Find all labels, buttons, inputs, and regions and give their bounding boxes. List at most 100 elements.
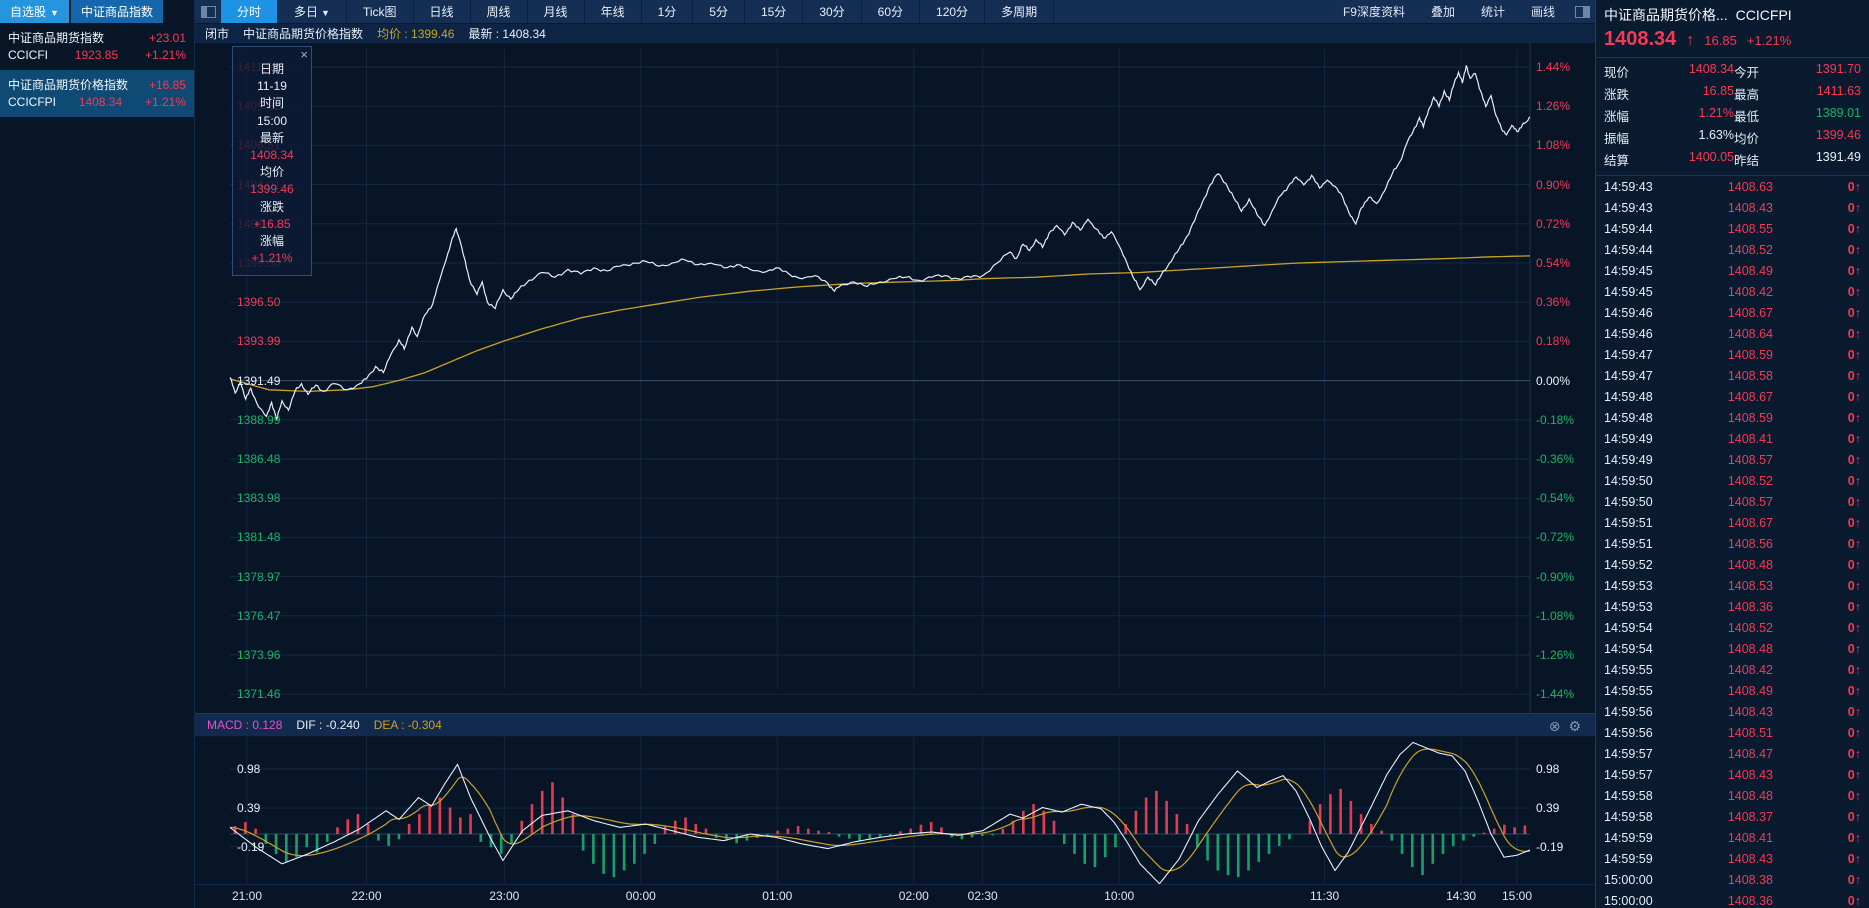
panel-left-icon [200,5,216,18]
tick-row[interactable]: 14:59:53 1408.36 0↑ [1596,596,1869,617]
collapse-sidebar-button[interactable] [195,0,221,23]
period-tab-年线[interactable]: 年线 [585,0,642,23]
period-tab-60分[interactable]: 60分 [862,0,921,23]
period-tab-月线[interactable]: 月线 [528,0,585,23]
tick-row[interactable]: 14:59:49 1408.41 0↑ [1596,428,1869,449]
period-tab-日线[interactable]: 日线 [414,0,471,23]
tick-row[interactable]: 14:59:54 1408.52 0↑ [1596,617,1869,638]
close-indicator-icon[interactable]: ⊗ [1549,718,1561,735]
tick-row[interactable]: 14:59:47 1408.59 0↑ [1596,344,1869,365]
tick-row[interactable]: 14:59:53 1408.53 0↑ [1596,575,1869,596]
period-tab-1分[interactable]: 1分 [642,0,694,23]
quote-label: 昨结 [1734,154,1760,168]
tick-row[interactable]: 14:59:59 1408.41 0↑ [1596,827,1869,848]
time-axis-label: 21:00 [231,889,263,903]
tick-row[interactable]: 14:59:44 1408.55 0↑ [1596,218,1869,239]
tick-row[interactable]: 14:59:44 1408.52 0↑ [1596,239,1869,260]
tick-row[interactable]: 14:59:50 1408.57 0↑ [1596,491,1869,512]
tick-time: 14:59:43 [1604,200,1653,215]
tick-price: 1408.36 [1727,893,1773,908]
period-tab-多周期[interactable]: 多周期 [985,0,1055,23]
period-tab-Tick图[interactable]: Tick图 [347,0,414,23]
tick-row[interactable]: 14:59:56 1408.43 0↑ [1596,701,1869,722]
tick-time: 14:59:54 [1604,620,1653,635]
period-tab-多日[interactable]: 多日 ▼ [278,0,347,23]
tick-row[interactable]: 14:59:48 1408.67 0↑ [1596,386,1869,407]
toolbar-actions: F9深度资料 叠加 统计 画线 [1329,0,1569,23]
instrument-name: 中证商品期货指数 [8,31,105,45]
tick-row[interactable]: 14:59:55 1408.49 0↑ [1596,680,1869,701]
percent-axis-label: 0.72% [1536,216,1571,231]
tick-time: 14:59:51 [1604,515,1653,530]
tick-row[interactable]: 14:59:56 1408.51 0↑ [1596,722,1869,743]
instrument-price: 1923.85 [74,48,119,62]
tick-volume: 0↑ [1847,599,1861,614]
period-tab-周线[interactable]: 周线 [471,0,528,23]
toolbar-action-F9深度资料[interactable]: F9深度资料 [1343,3,1405,20]
instrument-code: CCICFPI [8,95,56,109]
price-axis-label: 1381.48 [237,530,281,545]
watchlist-item-ccicfpi[interactable]: 中证商品期货价格指数 +16.85 CCICFPI 1408.34 +1.21% [0,70,194,117]
instrument-pct: +1.21% [144,48,186,62]
quote-value: 16.85 [1702,84,1734,98]
tick-row[interactable]: 14:59:59 1408.43 0↑ [1596,848,1869,869]
period-tab-分时[interactable]: 分时 [221,0,279,23]
tick-row[interactable]: 14:59:58 1408.48 0↑ [1596,785,1869,806]
tab-csi-commodity-index[interactable]: 中证商品指数 [70,0,163,23]
time-axis-label: 01:00 [762,889,793,903]
tick-row[interactable]: 14:59:43 1408.63 0↑ [1596,176,1869,197]
toggle-right-panel-button[interactable] [1569,0,1595,23]
tick-row[interactable]: 14:59:48 1408.59 0↑ [1596,407,1869,428]
intraday-price-chart[interactable]: × 日期 11-19 时间 15:00 最新 1408.34 均价 1399.46 涨跌 +16.… [195,43,1595,713]
tick-row[interactable]: 14:59:49 1408.57 0↑ [1596,449,1869,470]
tick-row[interactable]: 14:59:50 1408.52 0↑ [1596,470,1869,491]
tick-time: 14:59:59 [1604,851,1653,866]
tick-row[interactable]: 14:59:57 1408.47 0↑ [1596,743,1869,764]
tick-row[interactable]: 15:00:00 1408.38 0↑ [1596,869,1869,890]
macd-chart[interactable]: 0.98 0.98 0.39 0.39 -0.19 -0.19 [195,737,1595,884]
period-tab-120分[interactable]: 120分 [920,0,986,23]
tick-time: 14:59:55 [1604,683,1653,698]
price-axis-label: 1376.47 [237,608,281,623]
tick-row[interactable]: 14:59:47 1408.58 0↑ [1596,365,1869,386]
last-price-status: 最新 : 1408.34 [468,26,546,41]
tick-time: 14:59:46 [1604,305,1653,320]
tick-trade-list[interactable]: 14:59:43 1408.63 0↑ 14:59:43 1408.43 0↑ 14:59:… [1596,176,1869,908]
period-tab-15分[interactable]: 15分 [745,0,804,23]
tick-row[interactable]: 14:59:45 1408.42 0↑ [1596,281,1869,302]
tooltip-row: 涨幅 [259,234,284,249]
gear-icon[interactable]: ⚙ [1568,718,1581,735]
tick-row[interactable]: 14:59:51 1408.67 0↑ [1596,512,1869,533]
tick-row[interactable]: 14:59:55 1408.42 0↑ [1596,659,1869,680]
tick-row[interactable]: 14:59:51 1408.56 0↑ [1596,533,1869,554]
quote-label: 最高 [1734,88,1760,102]
watchlist-tabs: 自选股 ▼ 中证商品指数 [0,0,194,23]
close-icon[interactable]: × [300,48,308,61]
crosshair-tooltip: × 日期 11-19 时间 15:00 最新 1408.34 均价 1399.46 涨跌 +16.… [232,46,312,277]
tick-row[interactable]: 14:59:52 1408.48 0↑ [1596,554,1869,575]
toolbar-action-叠加[interactable]: 叠加 [1431,3,1455,20]
tick-volume: 0↑ [1847,536,1861,551]
tick-price: 1408.42 [1727,662,1773,677]
tab-self-selected[interactable]: 自选股 ▼ [0,0,69,23]
tick-time: 14:59:50 [1604,473,1653,488]
period-tab-30分[interactable]: 30分 [803,0,862,23]
instrument-change: +23.01 [148,31,186,45]
tick-row[interactable]: 14:59:58 1408.37 0↑ [1596,806,1869,827]
dea-value: DEA : -0.304 [373,718,442,732]
tick-row[interactable]: 14:59:46 1408.64 0↑ [1596,323,1869,344]
tick-row[interactable]: 14:59:43 1408.43 0↑ [1596,197,1869,218]
toolbar-action-画线[interactable]: 画线 [1531,3,1555,20]
tooltip-row: 涨跌 [259,199,284,214]
toolbar-action-统计[interactable]: 统计 [1481,3,1505,20]
tick-row[interactable]: 14:59:46 1408.67 0↑ [1596,302,1869,323]
tick-row[interactable]: 14:59:45 1408.49 0↑ [1596,260,1869,281]
tick-price: 1408.41 [1727,431,1773,446]
tick-row[interactable]: 14:59:54 1408.48 0↑ [1596,638,1869,659]
quote-panel: 中证商品期货价格... CCICFPI 1408.34 ↑ 16.85 +1.2… [1595,0,1869,908]
watchlist-item-ccicfi[interactable]: 中证商品期货指数 +23.01 CCICFI 1923.85 +1.21% [0,23,194,70]
tick-price: 1408.52 [1727,620,1773,635]
tick-row[interactable]: 15:00:00 1408.36 0↑ [1596,890,1869,908]
period-tab-5分[interactable]: 5分 [693,0,745,23]
tick-row[interactable]: 14:59:57 1408.43 0↑ [1596,764,1869,785]
